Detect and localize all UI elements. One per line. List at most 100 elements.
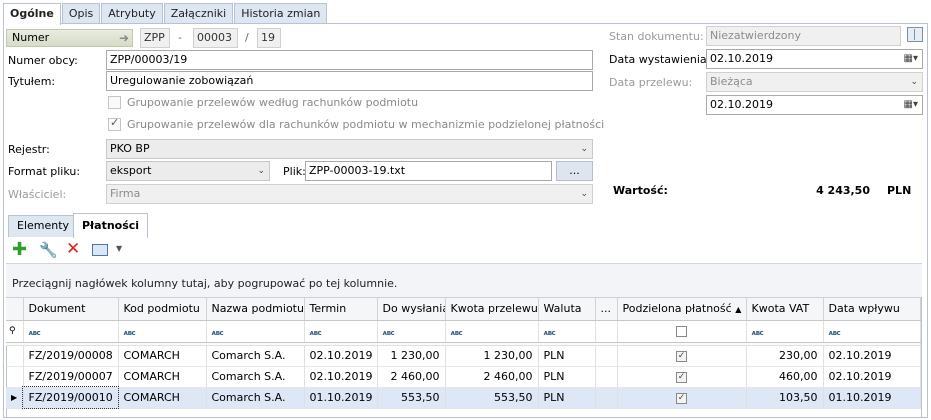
calendar-icon[interactable]: ▦▾ bbox=[904, 96, 918, 114]
column-header-kod-podmiotu[interactable]: Kod podmiotu bbox=[118, 298, 207, 321]
column-header-waluta[interactable]: Waluta bbox=[538, 298, 596, 321]
numer-prefix-field: ZPP bbox=[140, 28, 170, 48]
data-wystawienia-label: Data wystawienia: bbox=[609, 53, 711, 66]
row-indicator-header bbox=[6, 298, 24, 321]
filter-cell[interactable] bbox=[617, 320, 747, 343]
delete-icon[interactable]: ✕ bbox=[66, 239, 80, 259]
row-indicator[interactable]: ▶ bbox=[6, 387, 24, 409]
abc-filter-icon: ᴀʙᴄ bbox=[382, 328, 395, 337]
cell-podzielona[interactable]: ✓ bbox=[617, 345, 747, 367]
export-icon[interactable] bbox=[92, 244, 108, 256]
column-header-kwota-vat[interactable]: Kwota VAT bbox=[746, 298, 824, 321]
tab-atrybuty[interactable]: Atrybuty bbox=[101, 3, 163, 24]
data-wystawienia-value: 02.10.2019 bbox=[710, 52, 773, 65]
filter-row-icon: ⚲ bbox=[6, 320, 24, 343]
arrow-right-icon: ➜ bbox=[119, 31, 130, 45]
column-header-nazwa-podmiotu[interactable]: Nazwa podmiotu bbox=[206, 298, 305, 321]
cell-data_wplywu: 02.10.2019 bbox=[823, 366, 921, 388]
tab-elementy[interactable]: Elementy bbox=[8, 215, 79, 237]
table-row[interactable]: ▶ FZ/2019/00010 COMARCH Comarch S.A. 01.10.2… bbox=[6, 386, 921, 409]
filter-cell[interactable]: ᴀʙᴄ bbox=[746, 320, 824, 343]
rejestr-select[interactable]: PKO BP ⌄ bbox=[106, 139, 593, 159]
group-by-accounts-label: Grupowanie przelewów według rachunków po… bbox=[127, 96, 419, 109]
plik-input[interactable]: ZPP-00003-19.txt bbox=[305, 161, 552, 181]
column-header-data-wplywu[interactable]: Data wpływu bbox=[823, 298, 921, 321]
tytulem-label: Tytułem: bbox=[8, 75, 56, 88]
numer-separator: - bbox=[178, 31, 182, 44]
column-header-podzielona-platnosc[interactable]: Podzielona płatność ▲ bbox=[617, 298, 747, 321]
tab-ogolne[interactable]: Ogólne bbox=[3, 3, 61, 25]
row-indicator[interactable] bbox=[6, 366, 24, 388]
filter-cell[interactable]: ᴀʙᴄ bbox=[538, 320, 596, 343]
cell-data_wplywu: 01.10.2019 bbox=[823, 387, 921, 409]
tab-zalaczniki[interactable]: Załączniki bbox=[163, 3, 234, 24]
filter-cell[interactable]: ᴀʙᴄ bbox=[118, 320, 207, 343]
cell-podzielona[interactable]: ✓ bbox=[617, 366, 747, 388]
wartosc-value: 4 243,50 bbox=[816, 184, 870, 197]
cell-podzielona[interactable]: ✓ bbox=[617, 387, 747, 409]
filter-cell[interactable]: ᴀʙᴄ bbox=[206, 320, 305, 343]
cell-do_wyslania: 553,50 bbox=[377, 387, 446, 409]
cell-do_wyslania: 2 460,00 bbox=[377, 366, 446, 388]
tab-opis[interactable]: Opis bbox=[61, 3, 101, 24]
numer-button[interactable]: Numer ➜ bbox=[6, 29, 133, 47]
cell-termin: 01.10.2019 bbox=[304, 387, 378, 409]
filter-cell[interactable]: ᴀʙᴄ bbox=[377, 320, 446, 343]
tab-platnosci[interactable]: Płatności bbox=[73, 213, 149, 238]
split-payment-checkbox[interactable]: ✓ bbox=[676, 371, 687, 383]
group-split-payment-label: Grupowanie przelewów dla rachunków podmi… bbox=[127, 118, 605, 131]
browse-file-button[interactable]: ... bbox=[556, 161, 593, 181]
abc-filter-icon: ᴀʙᴄ bbox=[543, 328, 556, 337]
stan-dokumentu-label: Stan dokumentu: bbox=[609, 30, 704, 43]
cell-data_wplywu: 02.10.2019 bbox=[823, 345, 921, 367]
filter-cell[interactable]: ᴀʙᴄ bbox=[23, 320, 119, 343]
numer-obcy-input[interactable]: ZPP/00003/19 bbox=[106, 50, 593, 70]
split-payment-checkbox[interactable]: ✓ bbox=[676, 392, 687, 404]
add-icon[interactable]: ✚ bbox=[12, 240, 27, 260]
tab-historia-zmian[interactable]: Historia zmian bbox=[234, 3, 328, 24]
cell-more bbox=[595, 366, 618, 388]
sort-asc-icon: ▲ bbox=[735, 305, 742, 315]
cell-termin: 02.10.2019 bbox=[304, 366, 378, 388]
filter-cell[interactable] bbox=[595, 320, 618, 343]
format-pliku-select[interactable]: eksport ⌄ bbox=[106, 161, 270, 181]
column-header-more[interactable]: ... bbox=[595, 298, 618, 321]
wlasciciel-value: Firma bbox=[110, 187, 141, 200]
cell-waluta: PLN bbox=[538, 387, 596, 409]
table-row[interactable]: FZ/2019/00008 COMARCH Comarch S.A. 02.10.20… bbox=[6, 345, 921, 367]
group-split-payment-checkbox[interactable] bbox=[108, 116, 121, 131]
book-icon[interactable] bbox=[907, 27, 923, 42]
cell-kod: COMARCH bbox=[118, 345, 207, 367]
filter-cell[interactable]: ᴀʙᴄ bbox=[304, 320, 378, 343]
cell-nazwa: Comarch S.A. bbox=[206, 345, 305, 367]
chevron-down-icon[interactable]: ▼ bbox=[116, 244, 122, 253]
column-header-do-wyslania[interactable]: Do wysłania bbox=[377, 298, 446, 321]
wlasciciel-select: Firma ⌄ bbox=[106, 184, 593, 204]
column-header-termin[interactable]: Termin bbox=[304, 298, 378, 321]
data-przelewu-select: Bieżąca ⌄ bbox=[706, 72, 923, 92]
wlasciciel-label: Właściciel: bbox=[8, 188, 67, 201]
filter-checkbox[interactable] bbox=[676, 326, 687, 337]
group-by-area[interactable]: Przeciągnij nagłówek kolumny tutaj, aby … bbox=[6, 264, 922, 298]
split-payment-checkbox[interactable]: ✓ bbox=[676, 350, 687, 362]
cell-do_wyslania: 1 230,00 bbox=[377, 345, 446, 367]
format-pliku-value: eksport bbox=[110, 164, 152, 177]
cell-waluta: PLN bbox=[538, 345, 596, 367]
data-przelewu-date-value: 02.10.2019 bbox=[710, 98, 773, 111]
abc-filter-icon: ᴀʙᴄ bbox=[309, 328, 322, 337]
calendar-icon[interactable]: ▦▾ bbox=[904, 50, 918, 68]
table-row[interactable]: FZ/2019/00007 COMARCH Comarch S.A. 02.10.20… bbox=[6, 366, 921, 388]
row-indicator[interactable] bbox=[6, 345, 24, 367]
tytulem-input[interactable]: Uregulowanie zobowiązań bbox=[106, 71, 593, 91]
filter-cell[interactable]: ᴀʙᴄ bbox=[445, 320, 539, 343]
filter-cell[interactable]: ᴀʙᴄ bbox=[823, 320, 921, 343]
data-wystawienia-input[interactable]: 02.10.2019 ▦▾ bbox=[706, 49, 923, 69]
numer-slash: / bbox=[245, 31, 249, 44]
group-by-accounts-checkbox[interactable] bbox=[108, 96, 121, 109]
wrench-icon[interactable]: 🔧 bbox=[39, 241, 58, 259]
column-header-kwota-przelewu[interactable]: Kwota przelewu bbox=[445, 298, 539, 321]
column-header-dokument[interactable]: Dokument bbox=[23, 298, 119, 321]
data-przelewu-date-input[interactable]: 02.10.2019 ▦▾ bbox=[706, 95, 923, 115]
cell-nazwa: Comarch S.A. bbox=[206, 366, 305, 388]
abc-filter-icon: ᴀʙᴄ bbox=[211, 328, 224, 337]
